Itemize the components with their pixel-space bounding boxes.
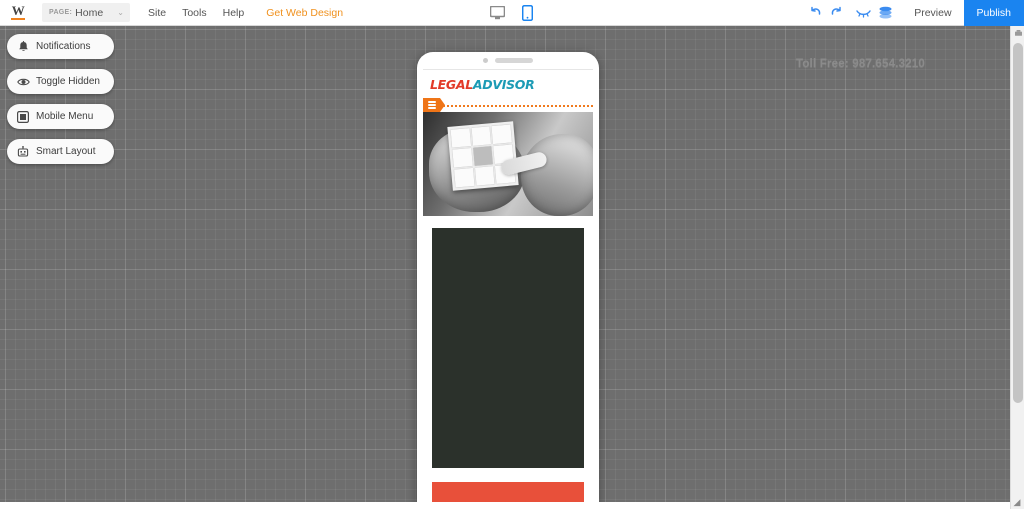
- desktop-view-icon[interactable]: [487, 3, 507, 23]
- page-selector-dropdown[interactable]: PAGE: Home ⌄: [42, 3, 130, 22]
- mobile-device-mockup[interactable]: LEGALADVISOR: [417, 52, 599, 509]
- toolbar-menu: Site Tools Help: [140, 7, 252, 19]
- app-logo-letter: W: [11, 2, 25, 18]
- layers-icon[interactable]: [874, 0, 896, 26]
- bottom-bar: [0, 502, 1010, 509]
- get-web-design-link[interactable]: Get Web Design: [266, 7, 343, 19]
- vertical-scrollbar-thumb[interactable]: [1013, 43, 1023, 403]
- nav-dotted-divider: [443, 105, 593, 107]
- toggle-hidden-label: Toggle Hidden: [36, 76, 100, 87]
- site-logo-part2: ADVISOR: [472, 76, 535, 92]
- robot-icon: [16, 145, 30, 159]
- site-nav-row: [423, 98, 593, 112]
- smart-layout-label: Smart Layout: [36, 146, 96, 157]
- mobile-menu-label: Mobile Menu: [36, 111, 94, 122]
- toggle-hidden-button[interactable]: Toggle Hidden: [7, 69, 114, 94]
- toll-free-text: Toll Free: 987.654.3210: [795, 58, 925, 70]
- content-placeholder-block[interactable]: [432, 228, 584, 468]
- notifications-button[interactable]: Notifications: [7, 34, 114, 59]
- scroll-top-icon[interactable]: [1012, 27, 1024, 39]
- show-hidden-icon[interactable]: [852, 0, 874, 26]
- phone-camera-dot: [483, 58, 488, 63]
- phone-top-bezel: [417, 52, 599, 69]
- app-logo[interactable]: W: [0, 0, 36, 26]
- phone-speaker-grille: [495, 58, 533, 63]
- menu-item-site[interactable]: Site: [140, 7, 174, 19]
- notifications-label: Notifications: [36, 41, 91, 52]
- editor-canvas[interactable]: Notifications Toggle Hidden Mobile Menu …: [0, 26, 1010, 509]
- preview-button[interactable]: Preview: [902, 0, 963, 26]
- publish-button[interactable]: Publish: [963, 0, 1024, 26]
- vertical-scrollbar[interactable]: [1010, 26, 1024, 509]
- page-selector-label: PAGE:: [49, 9, 73, 16]
- hamburger-lines: [427, 100, 436, 111]
- mobile-view-icon[interactable]: [517, 3, 537, 23]
- chevron-down-icon: ⌄: [117, 8, 124, 17]
- window-resize-grip[interactable]: ◢: [1011, 496, 1023, 508]
- bell-icon: [16, 40, 30, 54]
- mobile-menu-button[interactable]: Mobile Menu: [7, 104, 114, 129]
- undo-icon[interactable]: [804, 0, 826, 26]
- mobile-site-preview[interactable]: LEGALADVISOR: [423, 69, 593, 509]
- hero-hand-right: [521, 134, 593, 216]
- menu-item-tools[interactable]: Tools: [174, 7, 215, 19]
- menu-item-help[interactable]: Help: [215, 7, 253, 19]
- top-toolbar: W PAGE: Home ⌄ Site Tools Help Get Web D…: [0, 0, 1024, 26]
- floating-tool-panel: Notifications Toggle Hidden Mobile Menu …: [7, 34, 114, 164]
- toolbar-actions: Preview Publish: [804, 0, 1024, 26]
- hero-puzzle-grid: [447, 121, 519, 191]
- redo-icon[interactable]: [826, 0, 848, 26]
- smart-layout-button[interactable]: Smart Layout: [7, 139, 114, 164]
- eye-icon: [16, 75, 30, 89]
- mobile-menu-icon: [16, 110, 30, 124]
- site-logo-part1: LEGAL: [430, 76, 473, 92]
- app-logo-underline: [11, 17, 25, 21]
- hero-image[interactable]: [423, 112, 593, 216]
- site-logo[interactable]: LEGALADVISOR: [430, 76, 535, 92]
- webdesign-editor-window: W PAGE: Home ⌄ Site Tools Help Get Web D…: [0, 0, 1024, 509]
- hamburger-icon[interactable]: [423, 98, 445, 112]
- site-header[interactable]: LEGALADVISOR: [423, 70, 593, 98]
- page-selector-value: Home: [75, 6, 104, 19]
